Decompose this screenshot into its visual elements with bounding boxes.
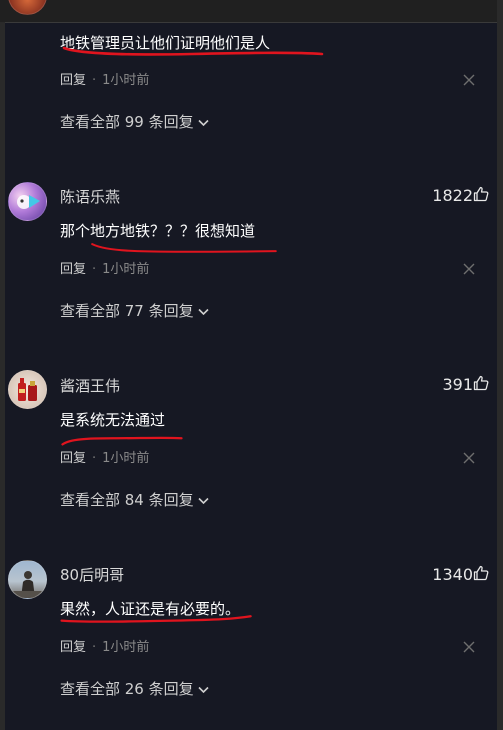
red-underline-annotation [62, 46, 324, 56]
view-replies-label: 查看全部 77 条回复 [60, 302, 194, 320]
view-replies-button[interactable]: 查看全部 26 条回复 [60, 678, 209, 699]
reply-button[interactable]: 回复 [60, 451, 86, 466]
reply-row: 回复 · 1小时前 [60, 636, 149, 655]
username[interactable]: 80后明哥 [60, 564, 124, 585]
thumbs-up-icon[interactable] [473, 375, 489, 391]
reply-row: 回复 · 1小时前 [60, 258, 149, 277]
chevron-down-icon [198, 308, 209, 315]
comment-text: 那个地方地铁？？？很想知道 [60, 222, 256, 240]
close-icon[interactable] [463, 74, 475, 86]
separator-dot: · [92, 262, 97, 277]
thumbs-up-icon[interactable] [473, 565, 489, 581]
person-photo-avatar-icon[interactable] [8, 560, 47, 599]
scrollbar-track[interactable] [497, 0, 503, 730]
username[interactable]: 陈语乐燕 [60, 186, 120, 207]
view-replies-label: 查看全部 99 条回复 [60, 113, 194, 131]
reply-row: 回复 · 1小时前 [60, 69, 149, 88]
left-edge [0, 22, 5, 730]
comment-panel: 地铁管理员让他们证明他们是人 回复 · 1小时前 查看全部 99 条回复 陈语乐燕 … [0, 0, 503, 730]
separator-dot: · [92, 451, 97, 466]
reply-button[interactable]: 回复 [60, 640, 86, 655]
timestamp: 1小时前 [102, 73, 150, 88]
chevron-down-icon [198, 686, 209, 693]
divider [0, 22, 503, 23]
close-icon[interactable] [463, 452, 475, 464]
separator-dot: · [92, 640, 97, 655]
view-replies-button[interactable]: 查看全部 77 条回复 [60, 300, 209, 321]
red-underline-annotation [61, 436, 183, 446]
timestamp: 1小时前 [102, 262, 150, 277]
reply-row: 回复 · 1小时前 [60, 447, 149, 466]
reply-button[interactable]: 回复 [60, 262, 86, 277]
timestamp: 1小时前 [102, 451, 150, 466]
close-icon[interactable] [463, 263, 475, 275]
like-count: 1340 [432, 565, 473, 584]
like-count: 391 [442, 375, 473, 394]
timestamp: 1小时前 [102, 640, 150, 655]
view-replies-button[interactable]: 查看全部 99 条回复 [60, 111, 209, 132]
separator-dot: · [92, 73, 97, 88]
comment-text: 是系统无法通过 [60, 411, 166, 429]
red-underline-annotation [60, 615, 252, 623]
chevron-down-icon [198, 119, 209, 126]
view-replies-button[interactable]: 查看全部 84 条回复 [60, 489, 209, 510]
close-icon[interactable] [463, 641, 475, 653]
chevron-down-icon [198, 497, 209, 504]
red-underline-annotation [91, 243, 277, 253]
reply-button[interactable]: 回复 [60, 73, 86, 88]
view-replies-label: 查看全部 26 条回复 [60, 680, 194, 698]
like-count: 1822 [432, 186, 473, 205]
username[interactable]: 酱酒王伟 [60, 375, 120, 396]
top-strip [0, 0, 503, 22]
liquor-bottle-avatar-icon[interactable] [8, 370, 47, 409]
view-replies-label: 查看全部 84 条回复 [60, 491, 194, 509]
thumbs-up-icon[interactable] [473, 186, 489, 202]
cartoon-avatar-icon[interactable] [8, 182, 47, 221]
